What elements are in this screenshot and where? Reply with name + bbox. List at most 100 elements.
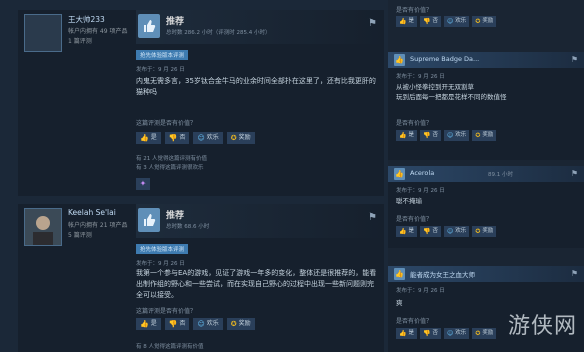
thumbs-down-icon: 👎 <box>423 228 431 235</box>
award-icon: ✪ <box>475 18 481 25</box>
avatar[interactable] <box>24 208 62 246</box>
review-text: 从被小怪拳控到开无双割草 玩到后面每一把都是花样不同的数值怪 <box>396 83 507 101</box>
thumbs-up-icon: 👍 <box>140 320 149 328</box>
review-header[interactable]: 推荐 总时数 286.2 小时（评测时 285.4 小时） ⚑ <box>136 10 384 44</box>
award-button[interactable]: ✪ 奖励 <box>472 130 497 141</box>
award-button[interactable]: ✪ 奖励 <box>472 16 497 27</box>
early-access-tag: 抢先体验版本评测 <box>136 50 189 60</box>
vote-no-button[interactable]: 👎 否 <box>164 132 190 144</box>
reviewer-name[interactable]: Supreme Badge Da... <box>410 55 479 63</box>
sidebar-review-header[interactable]: 👍 Acerola 89.1 小时 ⚑ <box>388 166 584 182</box>
review-text: 我第一个参与EA的游戏，见证了游戏一年多的变化，整体还是很推荐的，能看出制作组的… <box>136 269 377 299</box>
vote-funny-button[interactable]: ☺ 欢乐 <box>444 16 470 27</box>
posted-date: 发布于：9 月 26 日 <box>396 74 445 80</box>
reviewer-hours: 89.1 小时 <box>488 172 513 178</box>
thumbs-up-icon: 👍 <box>399 132 407 139</box>
thumbs-up-icon: 👍 <box>140 134 149 142</box>
vote-no-button[interactable]: 👎 否 <box>164 318 190 330</box>
thumbs-up-icon <box>138 208 160 232</box>
vote-no-button[interactable]: 👎 否 <box>420 16 441 27</box>
smile-icon: ☺ <box>197 320 205 328</box>
award-button[interactable]: ✪ 奖励 <box>226 132 255 144</box>
owned-products[interactable]: 帐户内拥有 21 项产品 <box>68 220 127 229</box>
helpful-question: 是否有价值？ <box>396 7 433 14</box>
review-count[interactable]: 1 篇评测 <box>68 36 92 45</box>
recent-reviews-sidebar: 是否有价值？ 👍 是 👎 否 ☺ 欢乐 ✪ 奖励 👍 Supreme Badge Da.… <box>388 0 584 352</box>
posted-date: 发布于：9 月 26 日 <box>396 188 445 194</box>
helpful-question: 是否有价值？ <box>396 120 433 127</box>
vote-funny-button[interactable]: ☺ 欢乐 <box>193 132 223 144</box>
review-text: 爽 <box>396 299 403 307</box>
thumbs-up-icon <box>138 14 160 38</box>
vote-buttons: 👍 是 👎 否 ☺ 欢乐 ✪ 奖励 <box>396 328 497 339</box>
flag-icon[interactable]: ⚑ <box>571 169 578 178</box>
review-text: 内鬼无需多言，35岁钛合金牛马的业余时间全部扑在这里了，还有比我更肝的猫种吗 <box>136 77 376 96</box>
flag-icon[interactable]: ⚑ <box>368 212 380 224</box>
review-text: 聪不掩瑜 <box>396 197 422 205</box>
award-icon: ✪ <box>475 330 481 337</box>
thumbs-down-icon: 👎 <box>168 320 178 328</box>
helpful-question: 是否有价值？ <box>396 216 433 223</box>
vote-buttons: 👍 是 👎 否 ☺ 欢乐 ✪ 奖励 <box>396 130 497 141</box>
vote-funny-button[interactable]: ☺ 欢乐 <box>444 130 470 141</box>
review-card: Keelah Se'lai 帐户内拥有 21 项产品 5 篇评测 推荐 总时数 … <box>18 204 384 352</box>
posted-date: 发布于：9 月 26 日 <box>136 261 185 267</box>
helpful-question: 这篇评测是否有价值？ <box>136 120 197 127</box>
vote-funny-button[interactable]: ☺ 欢乐 <box>444 328 470 339</box>
vote-funny-button[interactable]: ☺ 欢乐 <box>193 318 223 330</box>
author-name[interactable]: 王大帅233 <box>68 14 105 25</box>
thumbs-up-icon: 👍 <box>399 330 407 337</box>
vote-yes-button[interactable]: 👍 是 <box>396 328 417 339</box>
award-button[interactable]: ✪ 奖励 <box>472 226 497 237</box>
vote-funny-button[interactable]: ☺ 欢乐 <box>444 226 470 237</box>
helpful-count: 有 8 人觉得这篇评测有价值 <box>136 344 204 350</box>
thumbs-up-icon: 👍 <box>394 54 405 66</box>
early-access-tag: 抢先体验版本评测 <box>136 244 189 254</box>
vote-yes-button[interactable]: 👍 是 <box>396 130 417 141</box>
vote-yes-button[interactable]: 👍 是 <box>136 132 161 144</box>
posted-date: 发布于：9 月 26 日 <box>136 67 185 73</box>
smile-icon: ☺ <box>447 228 454 235</box>
review-author: Keelah Se'lai 帐户内拥有 21 项产品 5 篇评测 <box>18 204 132 352</box>
award-icon: ✪ <box>230 134 237 142</box>
review-body: 推荐 总时数 286.2 小时（评测时 285.4 小时） ⚑ 抢先体验版本评测… <box>136 10 384 196</box>
vote-yes-button[interactable]: 👍 是 <box>396 226 417 237</box>
avatar[interactable] <box>24 14 62 52</box>
vote-no-button[interactable]: 👎 否 <box>420 130 441 141</box>
review-count[interactable]: 5 篇评测 <box>68 230 92 239</box>
reviewer-name[interactable]: Acerola <box>410 169 434 177</box>
sidebar-review-header[interactable]: 👍 Supreme Badge Da... ⚑ <box>388 52 584 68</box>
vote-yes-button[interactable]: 👍 是 <box>136 318 161 330</box>
received-award-icon[interactable]: ✦ <box>136 178 150 190</box>
sidebar-review-header[interactable]: 👍 能者成为女王之血大师 ⚑ <box>388 266 584 282</box>
flag-icon[interactable]: ⚑ <box>368 18 380 30</box>
thumbs-up-icon: 👍 <box>394 268 405 280</box>
vote-no-button[interactable]: 👎 否 <box>420 226 441 237</box>
award-icon: ✪ <box>230 320 237 328</box>
flag-icon[interactable]: ⚑ <box>571 269 578 278</box>
smile-icon: ☺ <box>197 134 205 142</box>
sidebar-review-card: 👍 Supreme Badge Da... ⚑ 发布于：9 月 26 日 从被小… <box>388 52 584 160</box>
review-body: 推荐 总时数 68.6 小时 ⚑ 抢先体验版本评测 发布于：9 月 26 日 我… <box>136 204 384 352</box>
reviewer-name[interactable]: 能者成为女王之血大师 <box>410 269 475 279</box>
thumbs-down-icon: 👎 <box>423 18 431 25</box>
flag-icon[interactable]: ⚑ <box>571 55 578 64</box>
author-name[interactable]: Keelah Se'lai <box>68 208 116 217</box>
vote-no-button[interactable]: 👎 否 <box>420 328 441 339</box>
review-header[interactable]: 推荐 总时数 68.6 小时 ⚑ <box>136 204 384 238</box>
playtime: 总时数 68.6 小时 <box>166 224 210 230</box>
posted-date: 发布于：9 月 26 日 <box>396 288 445 294</box>
vote-yes-button[interactable]: 👍 是 <box>396 16 417 27</box>
vote-buttons: 👍 是 👎 否 ☺ 欢乐 ✪ 奖励 <box>136 318 255 330</box>
award-button[interactable]: ✪ 奖励 <box>226 318 255 330</box>
helpful-count: 有 21 人觉得这篇评测有价值 <box>136 156 207 162</box>
thumbs-up-icon: 👍 <box>399 228 407 235</box>
thumbs-down-icon: 👎 <box>168 134 178 142</box>
helpful-question: 这篇评测是否有价值？ <box>136 308 197 315</box>
funny-count: 有 3 人觉得这篇评测很欢乐 <box>136 165 204 171</box>
award-button[interactable]: ✪ 奖励 <box>472 328 497 339</box>
owned-products[interactable]: 帐户内拥有 49 项产品 <box>68 26 127 35</box>
award-icon: ✪ <box>475 228 481 235</box>
helpful-question: 是否有价值？ <box>396 318 433 325</box>
review-verdict: 推荐 <box>166 211 185 221</box>
